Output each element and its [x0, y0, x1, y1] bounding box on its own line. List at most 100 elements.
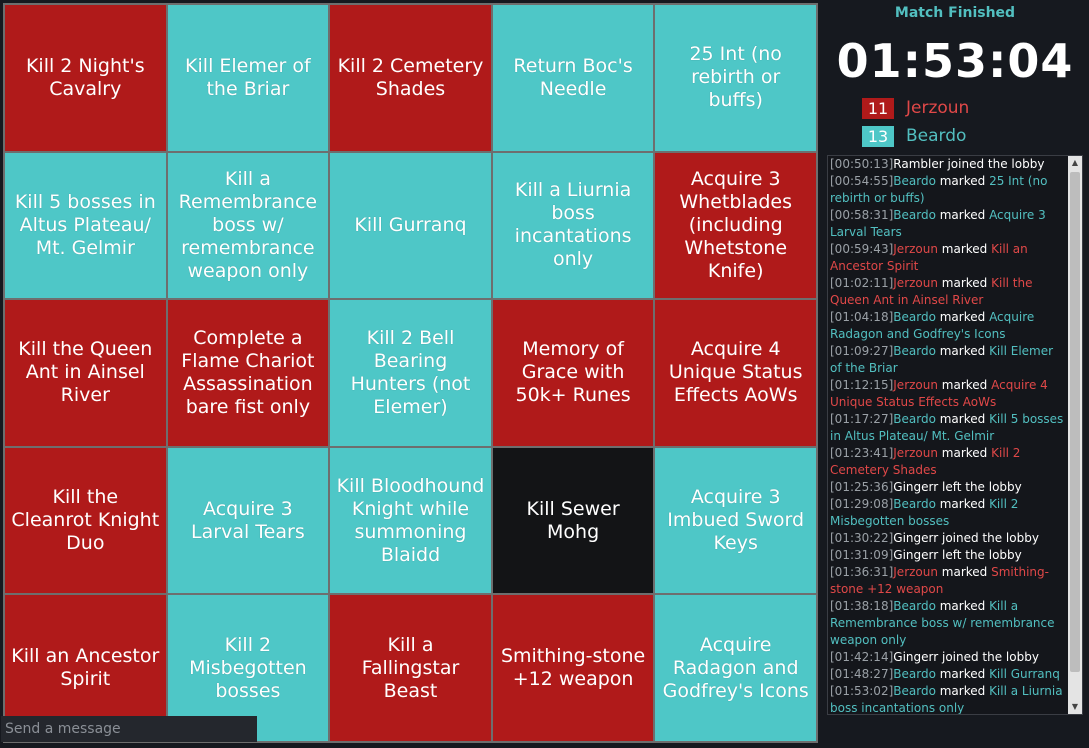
- chat-username: Beardo: [893, 412, 936, 426]
- chat-timestamp: [01:25:36]: [830, 480, 894, 494]
- bingo-board: Kill 2 Night's Cavalry Kill Elemer of the…: [3, 3, 818, 743]
- chat-message: [01:12:15]Jerzoun marked Acquire 4 Uniqu…: [830, 377, 1068, 411]
- message-input[interactable]: [1, 716, 257, 742]
- scroll-thumb[interactable]: [1070, 172, 1080, 672]
- chat-action: marked: [935, 497, 990, 511]
- bingo-cell[interactable]: Return Boc's Needle: [492, 5, 654, 151]
- bingo-cell[interactable]: Kill 2 Bell Bearing Hunters (not Elemer): [330, 300, 491, 446]
- match-timer: 01:53:04: [836, 34, 1074, 88]
- chat-goal: Kill Gurranq: [989, 667, 1060, 681]
- chat-username: Jerzoun: [893, 276, 938, 290]
- score-box: 13: [862, 125, 894, 147]
- chat-action: marked: [937, 276, 992, 290]
- bingo-cell[interactable]: Kill the Cleanrot Knight Duo: [5, 447, 166, 594]
- chat-timestamp: [01:23:41]: [830, 446, 894, 460]
- player-name: Beardo: [906, 126, 967, 146]
- chat-scrollbar[interactable]: ▲ ▼: [1068, 156, 1082, 714]
- chat-message: [01:48:27]Beardo marked Kill Gurranq: [830, 666, 1068, 683]
- chat-username: Jerzoun: [893, 565, 938, 579]
- chat-message: [01:53:02]Beardo marked Kill a Liurnia b…: [830, 683, 1068, 714]
- chat-username: Gingerr: [893, 650, 939, 664]
- chat-timestamp: [01:04:18]: [830, 310, 894, 324]
- chat-timestamp: [00:59:43]: [830, 242, 894, 256]
- chat-timestamp: [01:38:18]: [830, 599, 894, 613]
- chat-action: marked: [937, 446, 992, 460]
- chat-message: [01:17:27]Beardo marked Kill 5 bosses in…: [830, 411, 1068, 445]
- chat-message: [00:59:43]Jerzoun marked Kill an Ancesto…: [830, 241, 1068, 275]
- chat-timestamp: [01:42:14]: [830, 650, 894, 664]
- bingo-cell[interactable]: Kill a Fallingstar Beast: [330, 595, 491, 741]
- score-row-beardo: 13 Beardo: [862, 125, 966, 147]
- chat-timestamp: [00:54:55]: [830, 174, 894, 188]
- score-row-jerzoun: 11 Jerzoun: [862, 97, 969, 119]
- chat-username: Gingerr: [893, 531, 939, 545]
- chat-username: Jerzoun: [893, 446, 938, 460]
- chat-username: Rambler: [893, 157, 944, 171]
- chat-timestamp: [01:17:27]: [830, 412, 894, 426]
- match-status: Match Finished: [894, 5, 1016, 21]
- bingo-cell[interactable]: Kill the Queen Ant in Ainsel River: [5, 300, 166, 446]
- chat-action: marked: [935, 412, 990, 426]
- chat-username: Beardo: [893, 344, 936, 358]
- chat-username: Beardo: [893, 667, 936, 681]
- chat-message: [00:58:31]Beardo marked Acquire 3 Larval…: [830, 207, 1068, 241]
- chat-message: [01:42:14]Gingerr joined the lobby: [830, 649, 1068, 666]
- bingo-cell[interactable]: Acquire 3 Larval Tears: [167, 447, 329, 594]
- chat-message: [01:23:41]Jerzoun marked Kill 2 Cemetery…: [830, 445, 1068, 479]
- chat-message: [01:04:18]Beardo marked Acquire Radagon …: [830, 309, 1068, 343]
- score-box: 11: [862, 97, 894, 119]
- chat-action: marked: [935, 344, 990, 358]
- bingo-cell[interactable]: Kill Sewer Mohg: [492, 447, 654, 594]
- bingo-cell[interactable]: Kill Gurranq: [330, 152, 491, 299]
- chat-username: Jerzoun: [893, 378, 938, 392]
- chat-log: [00:50:13]Rambler joined the lobby [00:54…: [830, 156, 1068, 714]
- chat-action: marked: [935, 208, 990, 222]
- chat-action: marked: [937, 242, 992, 256]
- chat-message: [01:36:31]Jerzoun marked Smithing-stone …: [830, 564, 1068, 598]
- chat-action: marked: [935, 174, 990, 188]
- bingo-cell[interactable]: Acquire 4 Unique Status Effects AoWs: [655, 300, 816, 446]
- bingo-cell[interactable]: Kill Bloodhound Knight while summoning B…: [330, 447, 491, 594]
- chat-timestamp: [01:12:15]: [830, 378, 894, 392]
- bingo-cell[interactable]: Complete a Flame Chariot Assassination b…: [167, 300, 329, 446]
- chat-timestamp: [01:31:09]: [830, 548, 894, 562]
- chat-action: joined the lobby: [943, 157, 1045, 171]
- chat-message: [01:31:09]Gingerr left the lobby: [830, 547, 1068, 564]
- chat-action: joined the lobby: [938, 650, 1039, 664]
- bingo-cell[interactable]: 25 Int (no rebirth or buffs): [655, 5, 816, 151]
- chat-timestamp: [01:36:31]: [830, 565, 894, 579]
- bingo-cell[interactable]: Kill 2 Night's Cavalry: [5, 5, 166, 151]
- scroll-up-icon[interactable]: ▲: [1068, 156, 1082, 170]
- bingo-cell[interactable]: Smithing-stone +12 weapon: [492, 595, 654, 741]
- chat-timestamp: [01:48:27]: [830, 667, 894, 681]
- chat-message: [01:38:18]Beardo marked Kill a Remembran…: [830, 598, 1068, 649]
- chat-message: [00:50:13]Rambler joined the lobby: [830, 156, 1068, 173]
- chat-message: [01:02:11]Jerzoun marked Kill the Queen …: [830, 275, 1068, 309]
- bingo-cell[interactable]: Kill 2 Cemetery Shades: [330, 5, 491, 151]
- chat-message: [00:54:55]Beardo marked 25 Int (no rebir…: [830, 173, 1068, 207]
- chat-action: marked: [937, 378, 992, 392]
- bingo-cell[interactable]: Acquire 3 Imbued Sword Keys: [655, 447, 816, 594]
- chat-action: marked: [935, 310, 990, 324]
- chat-timestamp: [01:09:27]: [830, 344, 894, 358]
- chat-panel: [00:50:13]Rambler joined the lobby [00:54…: [827, 155, 1083, 715]
- chat-timestamp: [00:50:13]: [830, 157, 894, 171]
- bingo-cell[interactable]: Kill Elemer of the Briar: [167, 5, 329, 151]
- bingo-cell[interactable]: Kill a Remembrance boss w/ remembrance w…: [167, 152, 329, 299]
- bingo-cell[interactable]: Memory of Grace with 50k+ Runes: [492, 300, 654, 446]
- chat-action: left the lobby: [938, 480, 1022, 494]
- scroll-down-icon[interactable]: ▼: [1068, 700, 1082, 714]
- bingo-cell[interactable]: Acquire 3 Whetblades (including Whetston…: [655, 152, 816, 299]
- bingo-cell[interactable]: Kill a Liurnia boss incantations only: [492, 152, 654, 299]
- chat-timestamp: [00:58:31]: [830, 208, 894, 222]
- chat-message: [01:25:36]Gingerr left the lobby: [830, 479, 1068, 496]
- chat-username: Gingerr: [893, 480, 939, 494]
- bingo-cell[interactable]: Acquire Radagon and Godfrey's Icons: [655, 595, 816, 741]
- chat-username: Gingerr: [893, 548, 939, 562]
- sidebar: Match Finished 01:53:04 11 Jerzoun 13 Be…: [826, 0, 1089, 748]
- chat-username: Beardo: [893, 174, 936, 188]
- chat-message: [01:30:22]Gingerr joined the lobby: [830, 530, 1068, 547]
- chat-action: joined the lobby: [938, 531, 1039, 545]
- chat-timestamp: [01:29:08]: [830, 497, 894, 511]
- bingo-cell[interactable]: Kill 5 bosses in Altus Plateau/ Mt. Gelm…: [5, 152, 166, 299]
